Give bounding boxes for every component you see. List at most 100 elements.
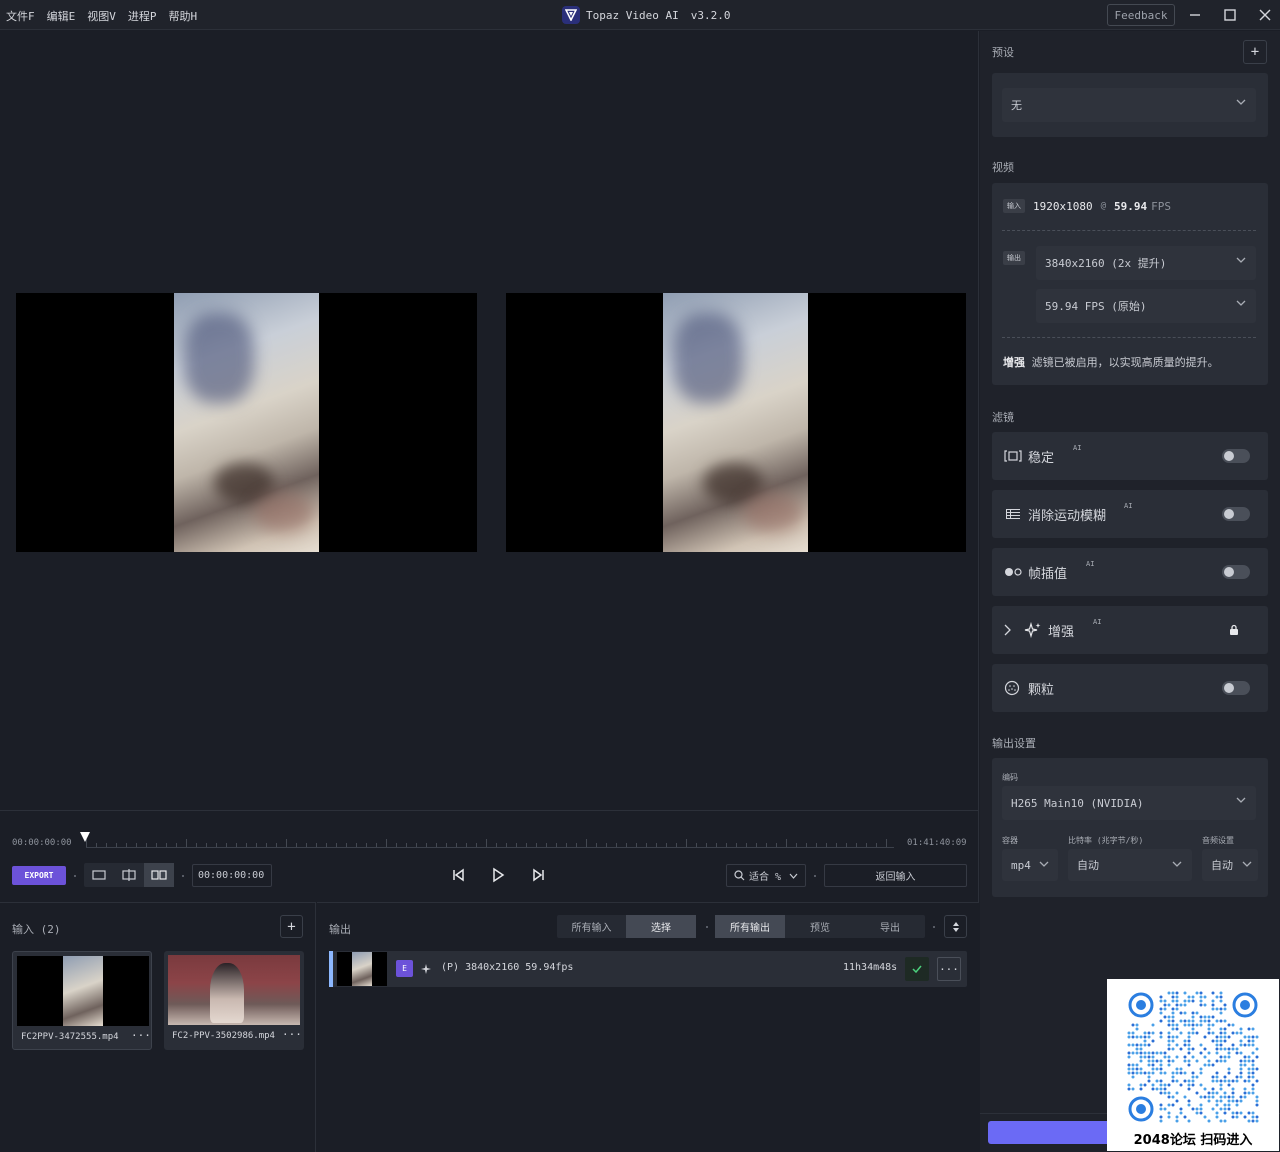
tab-all-outputs[interactable]: 所有输出 [715, 915, 785, 938]
frame-interp-toggle[interactable] [1222, 565, 1250, 579]
tab-export[interactable]: 导出 [855, 915, 925, 938]
timeline-tick [536, 843, 537, 847]
timeline-tick [796, 843, 797, 847]
filter-stabilize[interactable]: 稳定 AI [992, 432, 1268, 480]
add-preset-button[interactable]: + [1243, 40, 1267, 64]
timeline-tick [566, 843, 567, 847]
qr-caption: 2048论坛 扫码进入 [1133, 1133, 1253, 1148]
topaz-logo-icon [562, 6, 580, 24]
timeline-tick [246, 843, 247, 847]
tab-selected[interactable]: 选择 [626, 915, 696, 938]
timeline-tick [406, 843, 407, 847]
enhance-note-text: 滤镜已被启用，以实现高质量的提升。 [1031, 356, 1219, 369]
timeline-tick [686, 839, 687, 847]
more-options-icon[interactable]: ··· [937, 957, 961, 981]
menu-help[interactable]: 帮助H [169, 8, 198, 24]
timeline-tick [516, 843, 517, 847]
bitrate-select[interactable]: 自动 [1068, 849, 1192, 881]
timeline-tick [386, 839, 387, 847]
filter-frame-interpolation[interactable]: 帧插值 AI [992, 548, 1268, 596]
menu-process[interactable]: 进程P [128, 8, 157, 24]
input-tag: 输入 [1003, 199, 1025, 213]
motion-deblur-toggle[interactable] [1222, 507, 1250, 521]
split-view-icon[interactable] [114, 863, 144, 887]
timeline-tick [156, 843, 157, 847]
qr-code-overlay[interactable]: 2048论坛 扫码进入 [1107, 979, 1279, 1151]
sparkle-icon [1024, 622, 1041, 638]
more-options-icon[interactable]: ··· [282, 1028, 302, 1041]
container-select[interactable]: mp4 [1002, 849, 1058, 881]
single-view-icon[interactable] [84, 863, 114, 887]
more-options-icon[interactable]: ··· [131, 1029, 151, 1042]
sort-icon[interactable] [944, 915, 967, 938]
play-icon[interactable] [490, 867, 506, 883]
filter-grain[interactable]: 颗粒 [992, 664, 1268, 712]
tab-preview[interactable]: 预览 [785, 915, 855, 938]
original-preview[interactable] [16, 293, 477, 552]
timeline-tick [456, 843, 457, 847]
add-input-button[interactable]: + [280, 915, 303, 938]
filter-motion-deblur[interactable]: 消除运动模糊 AI [992, 490, 1268, 538]
input-panel: 输入 (2) + FC2PPV-3472555.mp4 ··· FC2-PPV-… [0, 902, 316, 1152]
input-fps: 59.94 [1114, 199, 1148, 213]
output-fps-select[interactable]: 59.94 FPS (原始) [1036, 289, 1256, 323]
input-file-card[interactable]: FC2PPV-3472555.mp4 ··· [12, 951, 152, 1050]
audio-select[interactable]: 自动 [1202, 849, 1258, 881]
timeline-tick [326, 843, 327, 847]
back-to-input-button[interactable]: 返回输入 [824, 864, 967, 887]
timeline-tick [506, 843, 507, 847]
container-value: mp4 [1011, 858, 1031, 872]
check-icon[interactable] [905, 957, 929, 981]
input-at: @ [1100, 201, 1107, 211]
qr-code-image [1127, 991, 1259, 1123]
timeline-tick [736, 843, 737, 847]
app-name: Topaz Video AI [586, 8, 679, 22]
zoom-select[interactable]: 适合 % [726, 864, 806, 887]
menu-file[interactable]: 文件F [6, 8, 35, 24]
zoom-icon [734, 870, 745, 881]
output-resolution-select[interactable]: 3840x2160 (2x 提升) [1036, 246, 1256, 280]
enhanced-preview[interactable] [506, 293, 966, 552]
maximize-icon[interactable] [1220, 6, 1240, 24]
side-by-side-icon[interactable] [144, 863, 174, 887]
chevron-down-icon [1236, 797, 1246, 803]
menu-bar: 文件F 编辑E 视图V 进程P 帮助H [6, 8, 197, 24]
timeline-tick [716, 843, 717, 847]
timeline-track[interactable] [86, 839, 894, 848]
timeline-tick [446, 843, 447, 847]
frame-interp-icon [1005, 568, 1022, 576]
minimize-icon[interactable] [1185, 6, 1205, 24]
chevron-right-icon[interactable] [1004, 624, 1012, 636]
timeline-tick [876, 843, 877, 847]
grain-toggle[interactable] [1222, 681, 1250, 695]
timeline-tick [576, 843, 577, 847]
timeline-tick [806, 843, 807, 847]
preset-select[interactable]: 无 [1002, 88, 1256, 122]
timeline-tick [176, 843, 177, 847]
timeline-tick [316, 843, 317, 847]
step-back-icon[interactable] [451, 867, 467, 883]
view-mode-group [84, 863, 174, 887]
timeline-tick [816, 843, 817, 847]
export-button[interactable]: EXPORT [12, 866, 66, 885]
feedback-button[interactable]: Feedback [1107, 4, 1175, 26]
output-row[interactable]: E (P) 3840x2160 59.94fps 11h34m48s ··· [329, 951, 967, 987]
timeline-tick [236, 843, 237, 847]
video-frame [663, 293, 808, 552]
input-file-card[interactable]: FC2-PPV-3502986.mp4 ··· [164, 951, 304, 1050]
menu-edit[interactable]: 编辑E [47, 8, 76, 24]
codec-select[interactable]: H265 Main10 (NVIDIA) [1002, 786, 1256, 820]
menu-view[interactable]: 视图V [87, 8, 116, 24]
tab-all-inputs[interactable]: 所有输入 [557, 915, 626, 938]
timeline-tick [256, 843, 257, 847]
timecode-input[interactable]: 00:00:00:00 [192, 864, 272, 887]
file-thumbnail [17, 956, 149, 1026]
enhance-bold: 增强 [1003, 356, 1025, 369]
close-icon[interactable] [1255, 6, 1275, 24]
step-forward-icon[interactable] [530, 867, 546, 883]
playhead-icon[interactable] [79, 831, 91, 843]
stabilize-toggle[interactable] [1222, 449, 1250, 463]
timeline-tick [396, 843, 397, 847]
filter-enhance[interactable]: 增强 AI [992, 606, 1268, 654]
filter-name: 稳定 [1028, 451, 1055, 466]
